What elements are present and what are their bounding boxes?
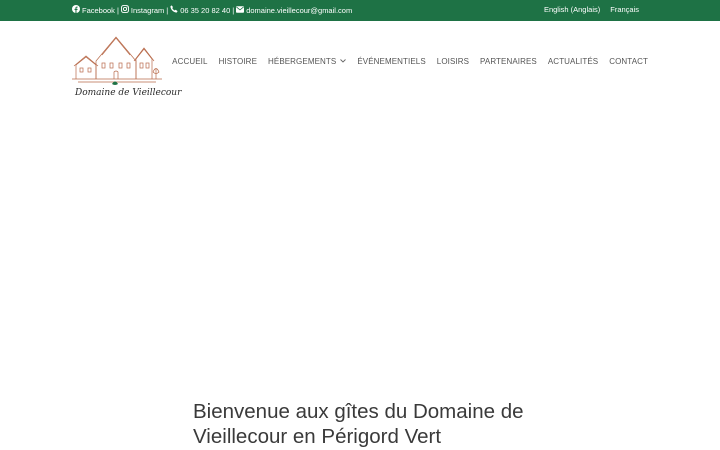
instagram-link[interactable]: Instagram bbox=[120, 5, 165, 15]
welcome-heading-line2: Vieillecour en Périgord Vert bbox=[193, 425, 442, 448]
facebook-link[interactable]: Facebook bbox=[72, 5, 115, 15]
nav-item-accueil[interactable]: ACCUEIL bbox=[172, 57, 207, 66]
nav-item-contact[interactable]: CONTACT bbox=[609, 57, 648, 66]
email-address: domaine.vieillecour@gmail.com bbox=[246, 5, 353, 15]
chevron-down-icon bbox=[340, 58, 347, 65]
separator: | bbox=[232, 5, 235, 15]
language-switcher: English (Anglais) Français bbox=[534, 5, 639, 14]
welcome-heading-line1: Bienvenue aux gîtes du Domaine de bbox=[193, 400, 524, 423]
nav-item-partenaires[interactable]: PARTENAIRES bbox=[480, 57, 537, 66]
welcome-heading: Bienvenue aux gîtes du Domaine de Vieill… bbox=[193, 399, 533, 449]
nav-item-loisirs[interactable]: LOISIRS bbox=[437, 57, 469, 66]
nav-item-hebergements[interactable]: HÉBERGEMENTS bbox=[268, 57, 347, 66]
nav-item-histoire[interactable]: HISTOIRE bbox=[219, 57, 257, 66]
main-nav: ACCUEIL HISTOIRE HÉBERGEMENTS ÉVÉNEMENTI… bbox=[172, 57, 648, 66]
lang-french-link[interactable]: Français bbox=[610, 5, 639, 14]
phone-icon bbox=[170, 5, 178, 15]
site-header: Domaine de Vieillecour ACCUEIL HISTOIRE … bbox=[0, 21, 720, 103]
instagram-label: Instagram bbox=[130, 5, 165, 15]
lang-english-link[interactable]: English (Anglais) bbox=[544, 5, 600, 14]
nav-item-label: HÉBERGEMENTS bbox=[268, 57, 337, 66]
phone-number: 06 35 20 82 40 bbox=[180, 5, 231, 15]
email-link[interactable]: domaine.vieillecour@gmail.com bbox=[236, 6, 352, 15]
logo-text: Domaine de Vieillecour bbox=[75, 88, 182, 98]
separator: | bbox=[116, 5, 119, 15]
phone-link[interactable]: 06 35 20 82 40 bbox=[170, 5, 230, 15]
separator: | bbox=[166, 5, 169, 15]
top-bar-contacts: Facebook | Instagram | 06 35 20 82 40 | … bbox=[72, 5, 352, 15]
envelope-icon bbox=[236, 5, 245, 15]
top-bar: Facebook | Instagram | 06 35 20 82 40 | … bbox=[0, 0, 720, 21]
facebook-icon bbox=[72, 5, 80, 15]
nav-item-evenementiels[interactable]: ÉVÉNEMENTIELS bbox=[357, 57, 425, 66]
chateau-logo-icon bbox=[72, 36, 162, 85]
instagram-icon bbox=[120, 5, 129, 15]
nav-item-actualites[interactable]: ACTUALITÉS bbox=[548, 57, 598, 66]
facebook-label: Facebook bbox=[82, 5, 115, 15]
hero-section bbox=[0, 103, 720, 393]
site-logo[interactable]: Domaine de Vieillecour bbox=[72, 35, 181, 98]
